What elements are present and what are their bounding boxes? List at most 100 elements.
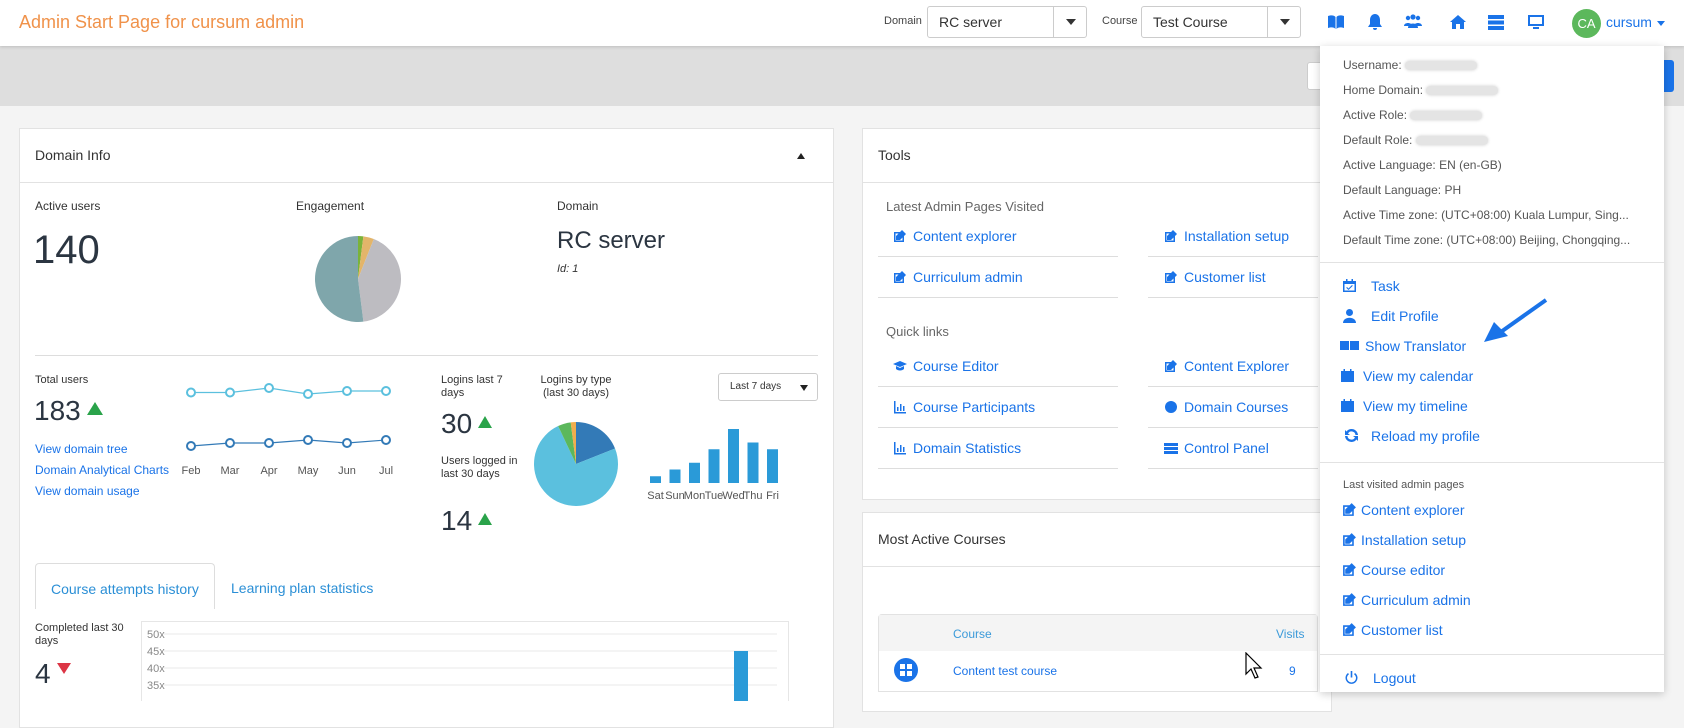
column-visits[interactable]: Visits	[1276, 627, 1304, 641]
menu-item-view-timeline[interactable]: View my timeline	[1340, 398, 1468, 414]
edit-icon	[1342, 502, 1357, 517]
bell-icon[interactable]	[1366, 13, 1384, 31]
line-point	[225, 387, 235, 398]
menu-item-reload-profile[interactable]: Reload my profile	[1344, 428, 1480, 444]
quick-link-domain-statistics[interactable]: Domain Statistics	[893, 440, 1021, 456]
users-logged-label: Users logged in last 30 days	[441, 455, 518, 480]
chevron-down-icon[interactable]	[1053, 7, 1086, 37]
info-default-timezone: Default Time zone: (UTC+08:00) Beijing, …	[1343, 233, 1631, 247]
divider	[878, 297, 1118, 298]
latest-link-installation-setup[interactable]: Installation setup	[1164, 228, 1289, 244]
total-users-label: Total users	[35, 374, 89, 386]
tab-learning-plan-statistics[interactable]: Learning plan statistics	[216, 563, 388, 609]
quick-link-domain-courses[interactable]: Domain Courses	[1164, 399, 1288, 415]
user-menu-dropdown: Username: Home Domain: Active Role: Defa…	[1320, 46, 1664, 692]
course-link[interactable]: Content test course	[953, 664, 1057, 678]
line-point	[381, 435, 391, 445]
quick-link-control-panel[interactable]: Control Panel	[1164, 440, 1269, 456]
logins-7-label: Logins last 7 days	[441, 374, 503, 399]
chevron-down-icon	[800, 385, 808, 391]
quick-link-content-explorer[interactable]: Content Explorer	[1164, 358, 1289, 374]
menu-item-view-calendar[interactable]: View my calendar	[1340, 368, 1473, 384]
domain-analytical-charts-link[interactable]: Domain Analytical Charts	[35, 463, 169, 477]
server-icon[interactable]	[1487, 13, 1505, 31]
link-label: Domain Statistics	[913, 440, 1022, 456]
line-point	[381, 386, 391, 396]
chevron-down-icon[interactable]	[1267, 7, 1300, 37]
active-users-value: 140	[33, 228, 100, 272]
completed-stat: 4	[35, 658, 71, 690]
last-visited-curriculum-admin[interactable]: Curriculum admin	[1342, 592, 1471, 608]
view-domain-tree-link[interactable]: View domain tree	[35, 442, 128, 456]
last-visited-course-editor[interactable]: Course editor	[1342, 562, 1445, 578]
latest-link-customer-list[interactable]: Customer list	[1164, 269, 1266, 285]
total-users-stat: 183	[34, 395, 103, 427]
link-label: Domain Courses	[1184, 399, 1289, 415]
avatar[interactable]: CA	[1572, 9, 1601, 38]
course-select-value: Test Course	[1153, 14, 1228, 30]
last-visited-content-explorer[interactable]: Content explorer	[1342, 502, 1465, 518]
menu-item-edit-profile[interactable]: Edit Profile	[1342, 308, 1439, 324]
logout-button[interactable]: Logout	[1344, 670, 1416, 686]
latest-link-curriculum-admin[interactable]: Curriculum admin	[893, 269, 1023, 285]
link-label: Installation setup	[1184, 228, 1290, 244]
caret-down-icon[interactable]	[1657, 21, 1665, 26]
domain-id: Id: 1	[557, 263, 579, 275]
info-default-language: Default Language: PH	[1343, 183, 1462, 197]
view-domain-usage-link[interactable]: View domain usage	[35, 484, 140, 498]
active-users-label: Active users	[35, 199, 101, 213]
edit-icon	[893, 270, 907, 284]
line-series-1	[191, 387, 386, 395]
edit-icon	[893, 229, 907, 243]
bar-fri	[767, 449, 778, 483]
line-point	[186, 441, 196, 451]
panel-title: Domain Info	[35, 147, 111, 163]
menu-item-task[interactable]: Task	[1342, 278, 1400, 294]
last-visited-installation-setup[interactable]: Installation setup	[1342, 532, 1466, 548]
x-tick-label: Jul	[379, 465, 393, 477]
domain-select[interactable]: RC server	[927, 6, 1087, 38]
line-point	[225, 438, 235, 448]
pie-slice-teal	[315, 236, 364, 322]
quick-link-course-editor[interactable]: Course Editor	[893, 358, 999, 374]
last-visited-customer-list[interactable]: Customer list	[1342, 622, 1443, 638]
panel-header: Most Active Courses	[863, 513, 1331, 567]
windows-icon	[894, 658, 918, 682]
book-icon[interactable]	[1327, 13, 1345, 31]
quick-link-course-participants[interactable]: Course Participants	[893, 399, 1035, 415]
user-menu-toggle[interactable]: cursum	[1606, 14, 1652, 30]
redacted-value	[1426, 86, 1499, 95]
info-default-role: Default Role:	[1343, 133, 1488, 147]
server-icon	[1164, 441, 1178, 455]
collapse-icon[interactable]	[797, 153, 805, 159]
column-course[interactable]: Course	[953, 627, 992, 641]
x-tick-label: Tue	[705, 490, 724, 502]
home-icon[interactable]	[1449, 13, 1467, 31]
period-select[interactable]: Last 7 days	[718, 373, 818, 401]
users-icon[interactable]	[1404, 13, 1422, 31]
divider	[1148, 256, 1318, 257]
total-users-line-chart: Feb Mar Apr May Jun Jul	[182, 383, 393, 477]
edit-icon	[1164, 270, 1178, 284]
engagement-label: Engagement	[296, 199, 365, 213]
course-select[interactable]: Test Course	[1141, 6, 1301, 38]
bar-chart-icon	[893, 441, 907, 455]
trend-up-icon	[478, 416, 493, 428]
divider	[878, 386, 1118, 387]
menu-item-show-translator[interactable]: Show Translator	[1340, 338, 1466, 354]
menu-item-label: Reload my profile	[1371, 428, 1480, 444]
menu-item-label: Installation setup	[1361, 532, 1467, 548]
graduation-cap-icon	[893, 359, 907, 373]
redacted-value	[1415, 136, 1488, 145]
info-active-language: Active Language: EN (en-GB)	[1343, 158, 1502, 172]
menu-item-label: Edit Profile	[1371, 308, 1439, 324]
x-tick-label: Fri	[766, 490, 779, 502]
domain-label: Domain	[557, 199, 599, 213]
divider	[1148, 427, 1318, 428]
monitor-icon[interactable]	[1527, 13, 1545, 31]
x-tick-label: Apr	[260, 465, 277, 477]
tab-course-attempts-history[interactable]: Course attempts history	[35, 563, 215, 609]
latest-link-content-explorer[interactable]: Content explorer	[893, 228, 1017, 244]
bar-sun	[669, 469, 681, 483]
completed-label: Completed last 30 days	[35, 622, 124, 647]
